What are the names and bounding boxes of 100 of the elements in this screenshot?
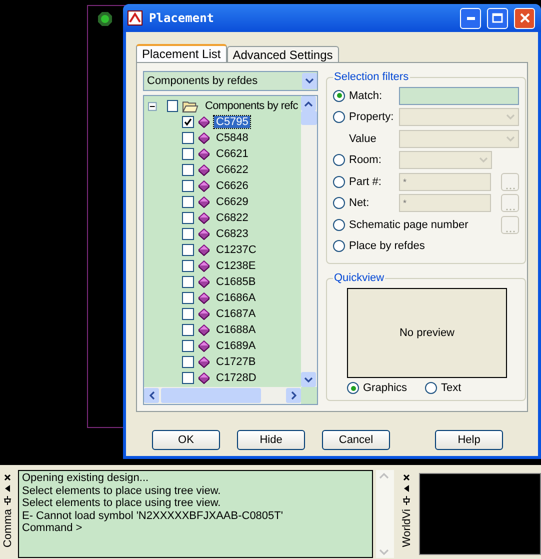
- tree-item[interactable]: C1687A: [214, 308, 258, 320]
- checkbox[interactable]: [182, 340, 194, 352]
- tab[interactable]: Advanced Settings: [226, 46, 339, 62]
- dialog-button[interactable]: OK: [152, 430, 220, 450]
- checkbox[interactable]: [182, 356, 194, 368]
- minimize-icon: [466, 16, 474, 20]
- triangle-left-icon[interactable]: [5, 485, 10, 492]
- pin-icon[interactable]: [4, 496, 11, 505]
- log-line: Opening existing design...: [22, 472, 150, 484]
- component-icon: [198, 132, 210, 144]
- vertical-scrollbar[interactable]: [301, 96, 317, 387]
- scrollbar-thumb[interactable]: [301, 111, 317, 125]
- chevron-up-icon: [304, 100, 313, 106]
- checkbox[interactable]: [182, 148, 194, 160]
- radio-label: Text: [441, 382, 462, 394]
- tree-item[interactable]: C1727B: [214, 356, 258, 368]
- group-title: Selection filters: [333, 71, 410, 83]
- close-icon[interactable]: [403, 474, 410, 481]
- checkbox[interactable]: [182, 180, 194, 192]
- checkbox[interactable]: [182, 292, 194, 304]
- log-line: Command >: [22, 522, 84, 534]
- radio-button[interactable]: [347, 382, 359, 394]
- panel-tab-label[interactable]: Comma: [2, 509, 14, 548]
- checkbox[interactable]: [182, 228, 194, 240]
- checkbox[interactable]: [182, 372, 194, 384]
- radio-button[interactable]: [333, 240, 345, 252]
- component-icon: [198, 148, 210, 160]
- chevron-down-icon: [478, 157, 488, 164]
- vertical-scrollbar[interactable]: [376, 470, 394, 558]
- checkmark-icon: [184, 118, 192, 126]
- filter-label: Schematic page number: [349, 218, 468, 231]
- chevron-down-icon: [304, 376, 313, 382]
- checkbox[interactable]: [182, 196, 194, 208]
- chevron-right-icon: [290, 391, 296, 400]
- dialog-button[interactable]: Hide: [237, 430, 305, 450]
- scrollbar-thumb[interactable]: [161, 388, 261, 403]
- tree-item[interactable]: C6622: [214, 164, 250, 176]
- dialog-button[interactable]: Cancel: [322, 430, 390, 450]
- component-icon: [198, 116, 210, 128]
- tab[interactable]: Placement List: [136, 44, 227, 62]
- tree-item[interactable]: C5795: [214, 116, 250, 128]
- collapse-icon[interactable]: [148, 102, 157, 110]
- chevron-down-icon: [305, 78, 314, 84]
- window-title: Placement: [149, 11, 216, 25]
- preview-text: No preview: [399, 327, 455, 339]
- checkbox[interactable]: [182, 212, 194, 224]
- tree-item[interactable]: C1688A: [214, 324, 258, 336]
- checkbox[interactable]: [182, 116, 194, 128]
- filter-label: Value: [348, 132, 378, 145]
- component-icon: [198, 292, 210, 304]
- tree-item[interactable]: C6823: [214, 228, 250, 240]
- checkbox[interactable]: [182, 276, 194, 288]
- checkbox[interactable]: [182, 308, 194, 320]
- component-icon: [198, 356, 210, 368]
- tree-item[interactable]: C1686A: [214, 292, 258, 304]
- ellipsis-icon: [506, 230, 514, 233]
- component-icon: [198, 340, 210, 352]
- pin-icon[interactable]: [403, 496, 410, 505]
- filter-label: Place by refdes: [349, 240, 425, 252]
- triangle-left-icon[interactable]: [404, 485, 409, 492]
- component-icon: [198, 212, 210, 224]
- tree-item[interactable]: C1689A: [214, 340, 258, 352]
- folder-icon: [182, 100, 199, 112]
- filter-label: Room:: [349, 154, 382, 166]
- panel-tab-label[interactable]: WorldVi: [400, 509, 412, 548]
- tree-item[interactable]: C6629: [214, 196, 250, 208]
- component-icon: [198, 164, 210, 176]
- checkbox[interactable]: [166, 100, 178, 112]
- radio-button[interactable]: [425, 382, 438, 394]
- list-mode-dropdown[interactable]: Components by refdes: [143, 71, 318, 91]
- dialog-button[interactable]: Help: [435, 430, 503, 450]
- match-field[interactable]: [399, 86, 519, 105]
- horizontal-scrollbar[interactable]: [144, 387, 301, 404]
- checkbox[interactable]: [182, 132, 194, 144]
- checkbox[interactable]: [182, 260, 194, 272]
- tree-item[interactable]: C1685B: [214, 276, 258, 288]
- tree-item[interactable]: C5848: [214, 132, 250, 144]
- close-button[interactable]: [514, 8, 535, 28]
- log-line: Select elements to place using tree view.: [22, 484, 222, 497]
- chevron-down-icon: [506, 136, 515, 142]
- tree-item[interactable]: C1238E: [214, 260, 258, 272]
- radio-button[interactable]: [333, 90, 345, 102]
- group-title: Quickview: [333, 272, 386, 284]
- checkbox[interactable]: [182, 164, 194, 176]
- checkbox[interactable]: [182, 324, 194, 336]
- component-icon: [198, 276, 210, 288]
- tree-item[interactable]: Components by refc: [202, 100, 300, 112]
- minimize-button[interactable]: [460, 8, 481, 28]
- tree-item[interactable]: C6626: [214, 180, 250, 192]
- component-icon: [198, 260, 210, 272]
- close-icon[interactable]: [4, 474, 11, 481]
- component-icon: [198, 308, 210, 320]
- tree-item[interactable]: C6621: [214, 148, 250, 160]
- app-icon: [127, 10, 143, 26]
- checkbox[interactable]: [182, 244, 194, 256]
- filter-label: Part #:: [349, 176, 382, 188]
- tree-item[interactable]: C1237C: [214, 244, 258, 256]
- tree-item[interactable]: C6822: [214, 212, 250, 224]
- maximize-button[interactable]: [487, 8, 508, 28]
- tree-item[interactable]: C1728D: [214, 372, 258, 384]
